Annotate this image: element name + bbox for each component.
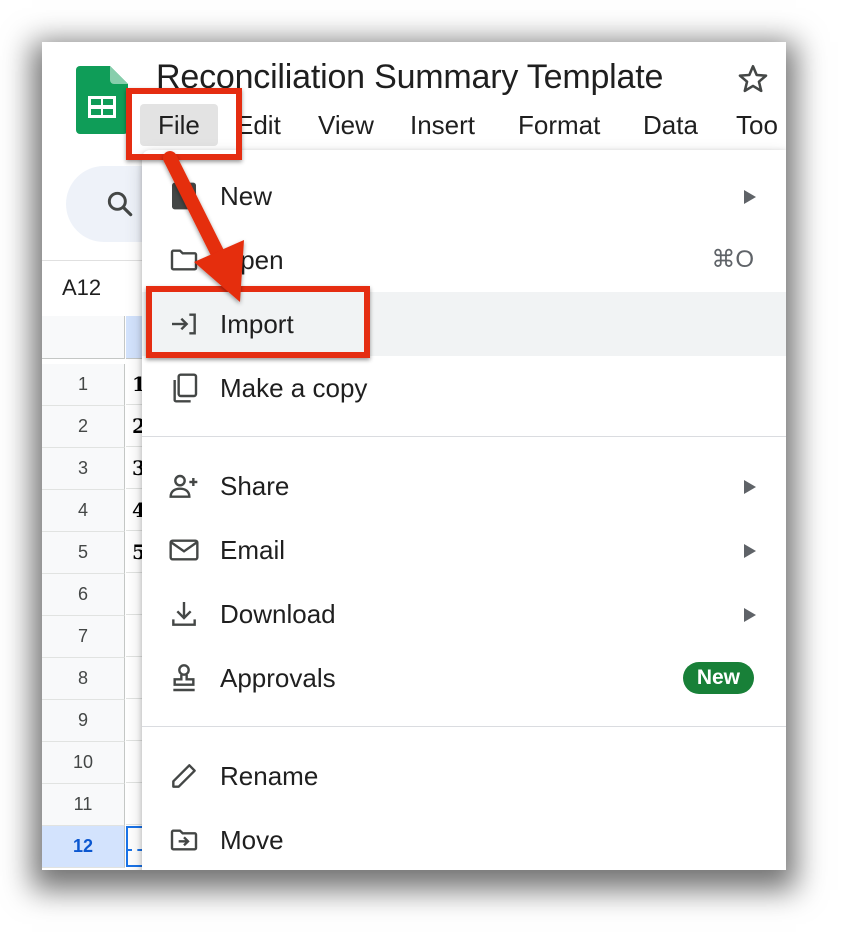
copy-icon xyxy=(173,373,198,403)
shortcut-label: ⌘O xyxy=(711,246,754,273)
menu-item-email[interactable]: Email xyxy=(142,518,786,582)
menu-item-rename[interactable]: Rename xyxy=(142,744,786,808)
move-folder-icon xyxy=(170,829,198,851)
folder-icon xyxy=(170,249,198,271)
menu-tools[interactable]: Too xyxy=(736,104,778,146)
menu-item-label: Open xyxy=(220,245,284,275)
menu-item-label: Approvals xyxy=(220,663,336,693)
menu-item-new[interactable]: New xyxy=(142,164,786,228)
annotation-box-import xyxy=(146,286,370,358)
menu-item-approvals[interactable]: Approvals New xyxy=(142,646,786,710)
person-add-icon xyxy=(169,474,198,498)
menu-item-label: Make a copy xyxy=(220,373,368,403)
menu-item-move[interactable]: Move xyxy=(142,808,786,870)
menu-item-share[interactable]: Share xyxy=(142,454,786,518)
sheets-logo[interactable] xyxy=(76,66,128,134)
new-icon xyxy=(172,182,196,210)
search-icon[interactable] xyxy=(104,188,136,220)
menu-item-label: Move xyxy=(220,825,284,855)
row-header[interactable]: 2 xyxy=(42,406,125,448)
pencil-icon xyxy=(172,764,196,788)
menu-divider xyxy=(142,436,786,437)
menu-item-label: Share xyxy=(220,471,290,501)
row-header[interactable]: 1 xyxy=(42,364,125,406)
row-header[interactable]: 8 xyxy=(42,658,125,700)
menu-item-download[interactable]: Download xyxy=(142,582,786,646)
menu-divider xyxy=(142,726,786,727)
submenu-arrow-icon xyxy=(744,190,756,204)
row-header[interactable]: 9 xyxy=(42,700,125,742)
menu-item-label: Rename xyxy=(220,761,319,791)
menu-item-open[interactable]: Open ⌘O xyxy=(142,228,786,292)
row-header[interactable]: 3 xyxy=(42,448,125,490)
approvals-icon xyxy=(173,664,195,692)
menu-item-label: Email xyxy=(220,535,286,565)
menu-data[interactable]: Data xyxy=(643,104,698,146)
row-header-selected[interactable]: 12 xyxy=(42,826,125,868)
download-icon xyxy=(172,602,196,626)
menu-insert[interactable]: Insert xyxy=(410,104,475,146)
mail-icon xyxy=(169,539,199,561)
row-header[interactable]: 11 xyxy=(42,784,125,826)
row-header[interactable]: 5 xyxy=(42,532,125,574)
name-box[interactable]: A12 xyxy=(62,275,101,301)
row-header[interactable]: 4 xyxy=(42,490,125,532)
menu-item-label: New xyxy=(220,181,273,211)
menu-item-make-a-copy[interactable]: Make a copy xyxy=(142,356,786,420)
submenu-arrow-icon xyxy=(744,608,756,622)
file-menu-dropdown: New Open ⌘O Import Make a copy Share Ema… xyxy=(142,150,786,870)
submenu-arrow-icon xyxy=(744,480,756,494)
select-all-corner[interactable] xyxy=(42,316,125,359)
new-badge: New xyxy=(682,662,754,694)
submenu-arrow-icon xyxy=(744,544,756,558)
menu-item-label: Download xyxy=(220,599,336,629)
menu-edit[interactable]: Edit xyxy=(236,104,281,146)
menu-view[interactable]: View xyxy=(318,104,374,146)
row-header[interactable]: 7 xyxy=(42,616,125,658)
row-header[interactable]: 10 xyxy=(42,742,125,784)
menu-format[interactable]: Format xyxy=(518,104,600,146)
app-window: Reconciliation Summary Template File Edi… xyxy=(42,42,786,870)
row-header[interactable]: 6 xyxy=(42,574,125,616)
star-icon[interactable] xyxy=(736,62,770,96)
annotation-box-file xyxy=(126,88,242,160)
